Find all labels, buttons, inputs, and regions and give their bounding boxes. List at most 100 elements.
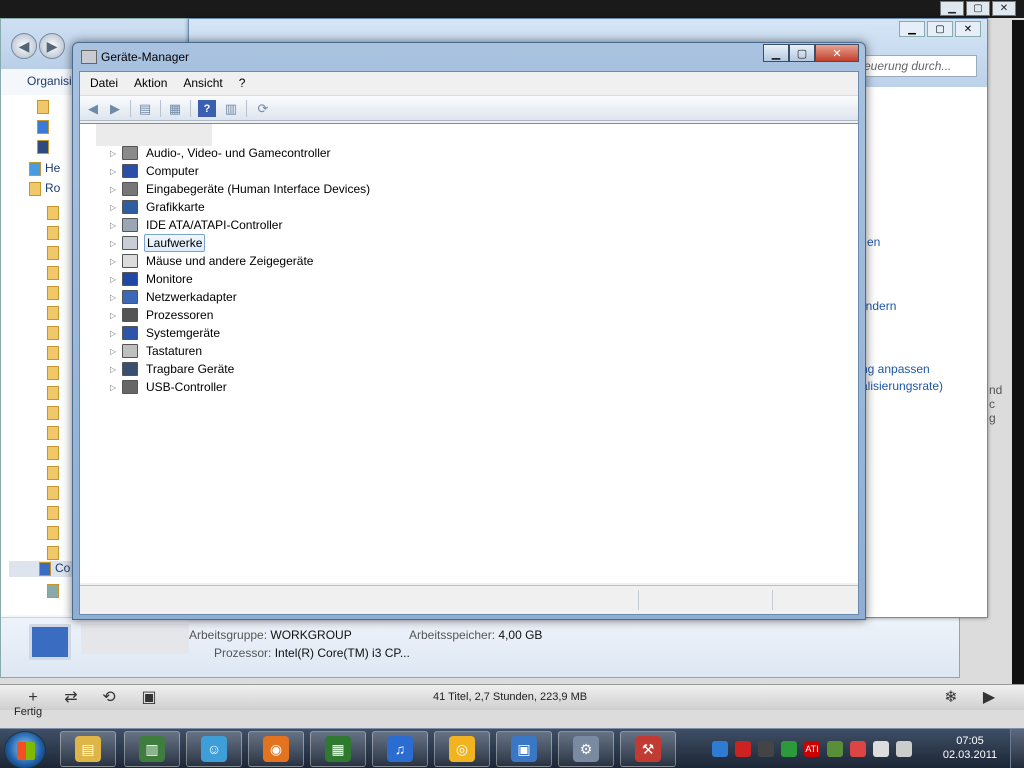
- expand-arrow-icon[interactable]: ▷: [110, 383, 120, 392]
- tray-chrome-icon[interactable]: [781, 741, 797, 757]
- tray-action-center-flag-icon[interactable]: [850, 741, 866, 757]
- nav-item[interactable]: [37, 119, 71, 135]
- expand-arrow-icon[interactable]: ▷: [110, 239, 120, 248]
- tree-node[interactable]: ▷ Grafikkarte: [110, 198, 207, 216]
- device-manager-app[interactable]: ⚙: [558, 731, 614, 767]
- tree-node[interactable]: ▷ Prozessoren: [110, 306, 215, 324]
- tray-safely-remove-icon[interactable]: [827, 741, 843, 757]
- toolbar-separator: [130, 100, 131, 117]
- tray-network-icon[interactable]: [758, 741, 774, 757]
- expand-arrow-icon[interactable]: ▷: [110, 167, 120, 176]
- media-app[interactable]: ◎: [434, 731, 490, 767]
- expand-arrow-icon[interactable]: ▷: [110, 329, 120, 338]
- tree-node[interactable]: ▷ Tragbare Geräte: [110, 360, 236, 378]
- minimize-button[interactable]: ▁: [899, 21, 925, 37]
- menu-aktion[interactable]: Aktion: [134, 72, 175, 94]
- maximize-button[interactable]: ▢: [966, 1, 990, 16]
- console-tree-icon[interactable]: ▥: [222, 100, 240, 117]
- expand-arrow-icon[interactable]: ▷: [110, 203, 120, 212]
- organize-menu[interactable]: Organisi: [27, 74, 72, 88]
- expand-arrow-icon[interactable]: ▷: [110, 221, 120, 230]
- start-button[interactable]: [4, 731, 46, 768]
- tray-ati-icon[interactable]: ATI: [804, 741, 820, 757]
- expand-arrow-icon[interactable]: ▷: [110, 293, 120, 302]
- close-button[interactable]: ✕: [992, 1, 1016, 16]
- firefox-app-icon: ◉: [263, 736, 289, 762]
- tray-flag-icon[interactable]: [873, 741, 889, 757]
- tree-node[interactable]: ▷ Systemgeräte: [110, 324, 222, 342]
- expand-arrow-icon[interactable]: ▷: [110, 185, 120, 194]
- minimize-button[interactable]: ▁: [940, 1, 964, 16]
- task-monitor-app[interactable]: ▥: [124, 731, 180, 767]
- workgroup-label: Arbeitsgruppe:: [189, 628, 268, 642]
- nav-item[interactable]: [37, 99, 71, 115]
- itunes-app[interactable]: ♫: [372, 731, 428, 767]
- folder-icon: [47, 525, 59, 540]
- tree-node[interactable]: ▷ Computer: [110, 162, 201, 180]
- expand-arrow-icon[interactable]: ▷: [110, 365, 120, 374]
- add-playlist-button[interactable]: +: [24, 689, 42, 707]
- tree-node[interactable]: ▷ IDE ATA/ATAPI-Controller: [110, 216, 284, 234]
- minimize-button[interactable]: ▁: [763, 44, 789, 62]
- tree-node[interactable]: ▷ Tastaturen: [110, 342, 204, 360]
- nav-item-homegroup[interactable]: He: [29, 161, 63, 177]
- nav-item-computer[interactable]: Ro: [29, 181, 63, 197]
- control-panel-app-icon: ▣: [511, 736, 537, 762]
- tree-node[interactable]: ▷ Monitore: [110, 270, 195, 288]
- explorer-app[interactable]: ▤: [60, 731, 116, 767]
- display-link[interactable]: alisierungsrate): [861, 379, 943, 393]
- messenger-app[interactable]: ☺: [186, 731, 242, 767]
- shuffle-button[interactable]: ⇄: [62, 689, 80, 707]
- device-manager-window: Geräte-Manager ▁ ▢ ✕ Datei Aktion Ansich…: [72, 42, 866, 620]
- control-panel-app[interactable]: ▣: [496, 731, 552, 767]
- folder-icon: [47, 225, 59, 240]
- tree-node[interactable]: ▷ USB-Controller: [110, 378, 229, 396]
- tree-node[interactable]: ▷ Netzwerkadapter: [110, 288, 239, 306]
- scan-hardware-icon[interactable]: ⟳: [254, 100, 272, 117]
- firefox-app[interactable]: ◉: [248, 731, 304, 767]
- expand-arrow-icon[interactable]: ▷: [110, 311, 120, 320]
- display-link[interactable]: ng anpassen: [861, 362, 930, 376]
- forward-arrow-icon[interactable]: ▶: [106, 100, 124, 117]
- toolbox-app[interactable]: ⚒: [620, 731, 676, 767]
- search-input[interactable]: euerung durch...: [859, 55, 977, 77]
- repeat-button[interactable]: ⟲: [100, 689, 118, 707]
- artwork-button[interactable]: ▣: [140, 689, 158, 707]
- network-tool-app-icon: ▦: [325, 736, 351, 762]
- menu-ansicht[interactable]: Ansicht: [183, 72, 230, 94]
- maximize-button[interactable]: ▢: [927, 21, 953, 37]
- maximize-button[interactable]: ▢: [789, 44, 815, 62]
- close-button[interactable]: ✕: [955, 21, 981, 37]
- expand-arrow-icon[interactable]: ▷: [110, 149, 120, 158]
- help-icon[interactable]: ?: [198, 100, 216, 117]
- tree-node[interactable]: ▷ Laufwerke: [110, 234, 206, 252]
- tree-node[interactable]: ▷ Eingabegeräte (Human Interface Devices): [110, 180, 372, 198]
- tray-volume-icon[interactable]: [896, 741, 912, 757]
- expand-arrow-icon[interactable]: ▷: [110, 275, 120, 284]
- nav-item[interactable]: [37, 139, 71, 155]
- properties-icon[interactable]: ▦: [166, 100, 184, 117]
- nav-item-control-panel[interactable]: Co: [9, 561, 73, 577]
- forward-button[interactable]: ▶: [39, 33, 65, 59]
- close-button[interactable]: ✕: [815, 44, 859, 62]
- expand-arrow-icon[interactable]: ▷: [110, 257, 120, 266]
- show-desktop-button[interactable]: [1010, 729, 1024, 768]
- menu-help[interactable]: ?: [239, 72, 254, 94]
- tree-node[interactable]: ▷ Mäuse und andere Zeigegeräte: [110, 252, 315, 270]
- show-hide-tree-icon[interactable]: ▤: [136, 100, 154, 117]
- menu-datei[interactable]: Datei: [90, 72, 126, 94]
- back-arrow-icon[interactable]: ◀: [84, 100, 102, 117]
- title-bar[interactable]: Geräte-Manager ▁ ▢ ✕: [73, 43, 865, 71]
- tree-node[interactable]: ▷ Audio-, Video- und Gamecontroller: [110, 144, 333, 162]
- visualizer-button[interactable]: ❄: [942, 689, 960, 707]
- root-computer-node-redacted[interactable]: [96, 124, 212, 146]
- taskbar: ▤ ▥ ☺ ◉ ▦ ♫ ◎ ▣ ⚙ ⚒ ATI 07:05 02.03.2011: [0, 728, 1024, 768]
- clock[interactable]: 07:05 02.03.2011: [940, 734, 1000, 762]
- mini-player-button[interactable]: ▶: [980, 689, 998, 707]
- back-button[interactable]: ◀: [11, 33, 37, 59]
- tray-sync-icon[interactable]: [712, 741, 728, 757]
- tray-antivirus-icon[interactable]: [735, 741, 751, 757]
- display-link[interactable]: en: [867, 235, 880, 249]
- network-tool-app[interactable]: ▦: [310, 731, 366, 767]
- expand-arrow-icon[interactable]: ▷: [110, 347, 120, 356]
